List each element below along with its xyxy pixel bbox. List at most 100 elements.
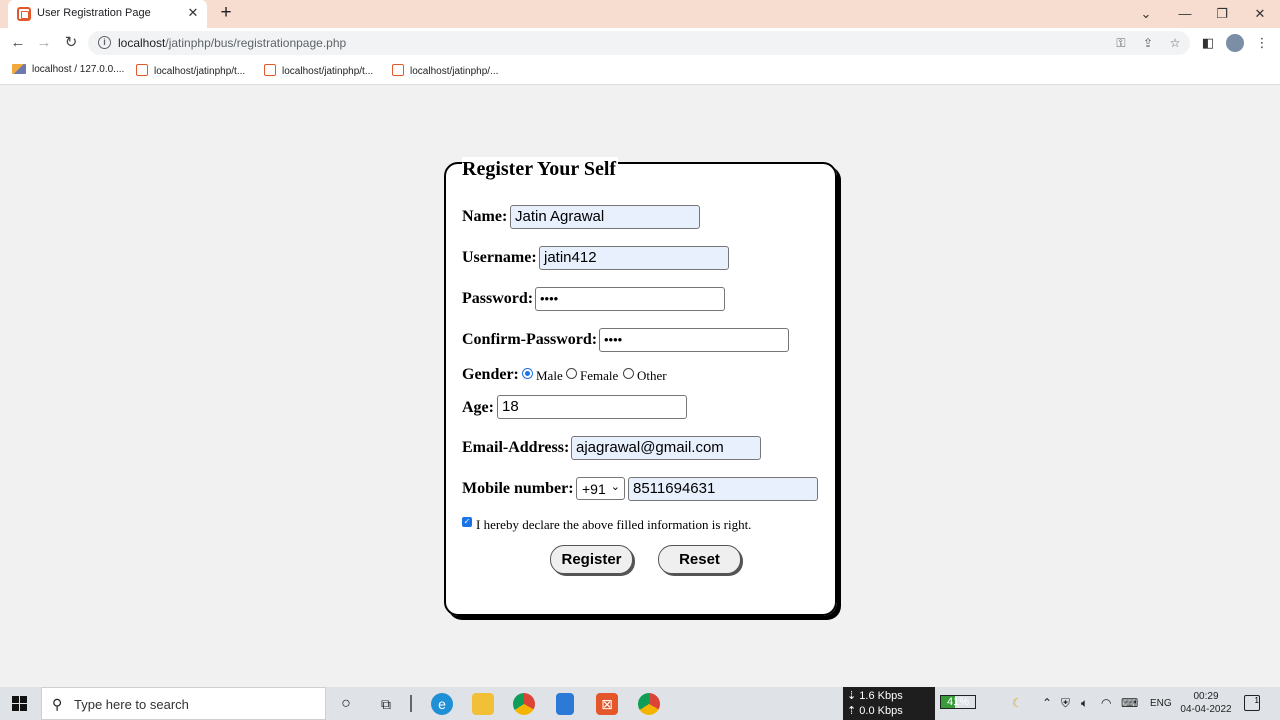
tab-search-button[interactable]: ⌄ bbox=[1136, 4, 1156, 24]
notification-center-icon[interactable]: 1 bbox=[1244, 695, 1260, 711]
xampp-icon bbox=[136, 64, 148, 76]
title-bar: User Registration Page ✕ + ⌄ — ❐ ✕ bbox=[0, 0, 1280, 28]
forward-button[interactable]: → bbox=[34, 33, 54, 53]
back-button[interactable]: ← bbox=[8, 33, 28, 53]
task-view-icon[interactable]: ⧉ bbox=[375, 693, 397, 715]
email-input[interactable]: ajagrawal@gmail.com bbox=[571, 436, 761, 460]
declaration-label: I hereby declare the above filled inform… bbox=[476, 517, 752, 532]
network-up-value: 1.6 Kbps bbox=[859, 690, 903, 702]
edge-icon[interactable]: e bbox=[431, 693, 453, 715]
volume-icon[interactable]: 🔈︎ bbox=[1081, 696, 1088, 711]
reset-button[interactable]: Reset bbox=[658, 545, 741, 574]
notepad-icon[interactable] bbox=[556, 693, 574, 715]
confirm-password-label: Confirm-Password: bbox=[462, 331, 598, 348]
notification-count: 1 bbox=[1254, 696, 1259, 705]
mobile-input[interactable]: 8511694631 bbox=[628, 477, 818, 501]
url-path: /jatinphp/bus/registrationpage.php bbox=[165, 36, 347, 50]
xampp-icon bbox=[17, 7, 31, 21]
bookmark-item[interactable]: localhost/jatinphp/... bbox=[392, 64, 498, 77]
xampp-icon bbox=[264, 64, 276, 76]
bookmark-label: localhost/jatinphp/... bbox=[410, 66, 499, 77]
cortana-icon[interactable]: ○ bbox=[335, 693, 357, 715]
registration-form bbox=[444, 162, 837, 616]
bookmarks-bar: localhost / 127.0.0.... localhost/jatinp… bbox=[0, 58, 1280, 85]
password-label: Password: bbox=[462, 290, 534, 307]
wifi-icon[interactable]: ◠ bbox=[1101, 696, 1111, 710]
close-icon[interactable]: ✕ bbox=[185, 5, 201, 21]
network-down: ⇡ 0.0 Kbps bbox=[847, 705, 903, 717]
register-button[interactable]: Register bbox=[550, 545, 633, 574]
clock-date: 04-04-2022 bbox=[1180, 704, 1232, 715]
bookmark-item[interactable]: localhost / 127.0.0.... bbox=[12, 64, 124, 75]
gender-female-label: Female bbox=[580, 368, 619, 383]
age-input[interactable]: 18 bbox=[497, 395, 687, 419]
form-legend: Register Your Self bbox=[462, 157, 619, 181]
new-tab-button[interactable]: + bbox=[216, 3, 236, 23]
declaration-checkbox[interactable]: ✓ bbox=[462, 517, 472, 527]
xampp-icon bbox=[392, 64, 404, 76]
name-label: Name: bbox=[462, 208, 508, 225]
search-icon: ⚲ bbox=[52, 696, 63, 712]
windows-start-icon[interactable] bbox=[12, 696, 27, 711]
name-input[interactable]: Jatin Agrawal bbox=[510, 205, 700, 229]
menu-icon[interactable]: ⋮ bbox=[1253, 34, 1271, 52]
minimize-button[interactable]: — bbox=[1175, 4, 1195, 24]
taskbar-search[interactable]: ⚲ Type here to search bbox=[41, 687, 326, 720]
chrome-icon[interactable] bbox=[513, 693, 535, 715]
network-speed-widget: ⇣ 1.6 Kbps ⇡ 0.0 Kbps bbox=[843, 687, 935, 720]
bookmark-label: localhost/jatinphp/t... bbox=[282, 66, 374, 77]
reload-button[interactable]: ↻ bbox=[61, 33, 81, 53]
browser-tab[interactable]: User Registration Page ✕ bbox=[8, 0, 207, 28]
bookmark-label: localhost / 127.0.0.... bbox=[32, 64, 125, 75]
profile-avatar[interactable] bbox=[1226, 34, 1244, 52]
keyboard-icon[interactable]: ⌨ bbox=[1121, 696, 1138, 710]
security-icon[interactable]: ⛨ bbox=[1061, 696, 1070, 711]
chrome-active-icon[interactable] bbox=[638, 693, 660, 715]
gender-male-radio[interactable] bbox=[522, 368, 533, 379]
night-mode-icon[interactable]: ☾ bbox=[1012, 696, 1023, 710]
email-label: Email-Address: bbox=[462, 439, 570, 456]
mobile-label: Mobile number: bbox=[462, 480, 574, 497]
country-code-select[interactable]: +91 ⌄ bbox=[576, 477, 625, 500]
clock[interactable]: 00:29 04-04-2022 bbox=[1180, 690, 1232, 716]
battery-percent: 41% bbox=[946, 696, 970, 708]
gender-male-label: Male bbox=[536, 368, 563, 383]
chevron-down-icon: ⌄ bbox=[610, 481, 620, 493]
share-icon[interactable]: ⇪ bbox=[1139, 34, 1157, 52]
country-code-value: +91 bbox=[582, 481, 606, 497]
clock-time: 00:29 bbox=[1193, 691, 1219, 702]
taskbar-divider bbox=[410, 695, 412, 712]
site-info-icon[interactable]: i bbox=[98, 36, 111, 49]
gender-other-radio[interactable] bbox=[623, 368, 634, 379]
url-host: localhost bbox=[118, 36, 166, 50]
username-label: Username: bbox=[462, 249, 537, 266]
bookmark-item[interactable]: localhost/jatinphp/t... bbox=[264, 64, 373, 77]
taskbar: ⚲ Type here to search ○ ⧉ e ⊠ ⇣ 1.6 Kbps… bbox=[0, 687, 1280, 720]
xampp-icon[interactable]: ⊠ bbox=[596, 693, 618, 715]
url-text[interactable]: localhost/jatinphp/bus/registrationpage.… bbox=[118, 36, 346, 50]
browser-toolbar: ← → ↻ i localhost/jatinphp/bus/registrat… bbox=[0, 28, 1280, 58]
search-placeholder: Type here to search bbox=[74, 697, 189, 712]
battery-widget: 41% bbox=[940, 695, 976, 709]
address-bar[interactable]: i localhost/jatinphp/bus/registrationpag… bbox=[88, 31, 1190, 55]
phpmyadmin-icon bbox=[12, 64, 26, 74]
gender-female-radio[interactable] bbox=[566, 368, 577, 379]
chevron-up-icon[interactable]: ⌃ bbox=[1042, 696, 1052, 710]
restore-button[interactable]: ❐ bbox=[1212, 4, 1232, 24]
file-explorer-icon[interactable] bbox=[472, 693, 494, 715]
language-indicator[interactable]: ENG bbox=[1150, 698, 1172, 709]
tab-title: User Registration Page bbox=[37, 7, 151, 19]
password-input[interactable]: •••• bbox=[535, 287, 725, 311]
side-panel-icon[interactable]: ◧ bbox=[1199, 34, 1217, 52]
network-up: ⇣ 1.6 Kbps bbox=[847, 690, 903, 702]
gender-label: Gender: bbox=[462, 366, 519, 383]
confirm-password-input[interactable]: •••• bbox=[599, 328, 789, 352]
bookmark-label: localhost/jatinphp/t... bbox=[154, 66, 246, 77]
close-window-button[interactable]: ✕ bbox=[1250, 4, 1270, 24]
username-input[interactable]: jatin412 bbox=[539, 246, 729, 270]
network-down-value: 0.0 Kbps bbox=[859, 705, 903, 717]
bookmark-item[interactable]: localhost/jatinphp/t... bbox=[136, 64, 245, 77]
key-icon[interactable]: ⚿ bbox=[1112, 34, 1130, 52]
gender-other-label: Other bbox=[637, 368, 667, 383]
star-icon[interactable]: ☆ bbox=[1166, 34, 1184, 52]
